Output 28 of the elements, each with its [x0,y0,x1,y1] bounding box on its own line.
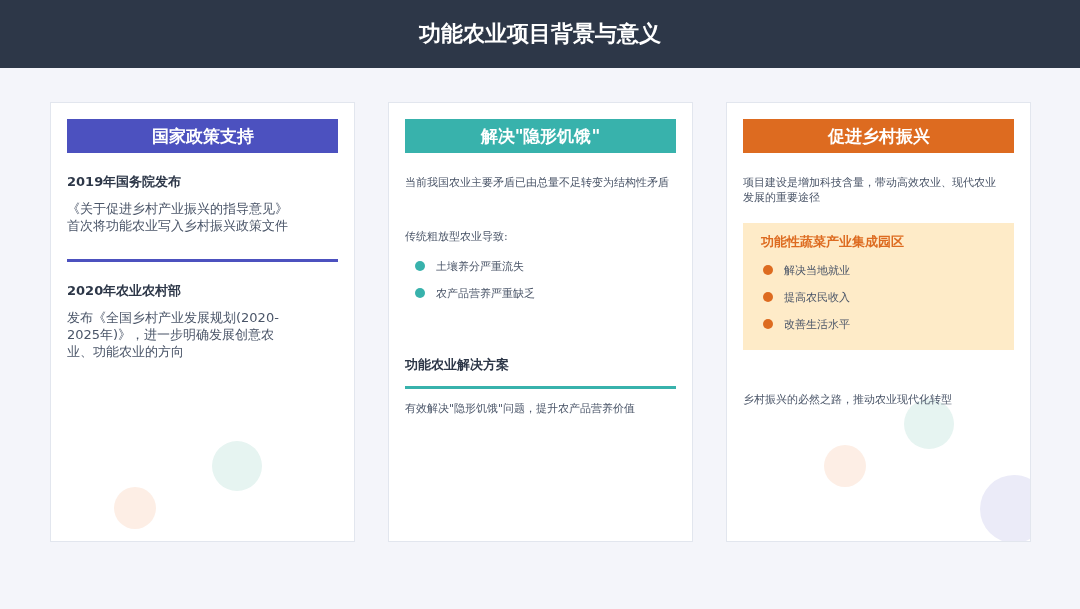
circle-decoration [114,487,156,529]
paragraph: 传统粗放型农业导致: [405,228,509,245]
bullet-dot [415,288,425,299]
bullet-text: 提高农民收入 [784,289,850,305]
bullet-text: 农产品营养严重缺乏 [436,285,535,301]
paragraph: 发布《全国乡村产业发展规划(2020-2025年)》，进一步明确发展创意农业、功能农业的方向 [67,309,280,361]
circle-decoration [824,445,866,487]
card-heading: 促进乡村振兴 [743,119,1014,153]
bullet-text: 土壤养分严重流失 [436,258,524,274]
bullet-dot [763,292,773,303]
section-heading: 2020年农业农村部 [67,281,183,300]
section-heading: 功能农业解决方案 [405,355,510,374]
bullet-text: 改善生活水平 [784,316,850,332]
panel-title: 功能性蔬菜产业集成园区 [760,232,905,251]
section-heading: 2019年国务院发布 [67,173,183,191]
card-heading: 解决"隐形饥饿" [405,119,676,153]
paragraph: 《关于促进乡村产业振兴的指导意见》首次将功能农业写入乡村振兴政策文件 [67,201,289,235]
paragraph: 当前我国农业主要矛盾已由总量不足转变为结构性矛盾 [405,175,670,191]
bullet-dot [763,319,773,330]
bullet-dot [415,261,425,272]
paragraph: 乡村振兴的必然之路，推动农业现代化转型 [743,391,953,408]
card-heading: 国家政策支持 [67,119,338,153]
paragraph: 有效解决"隐形饥饿"问题，提升农产品营养价值 [405,400,637,417]
paragraph: 项目建设是增加科技含量，带动高效农业、现代农业发展的重要途径 [743,175,997,206]
bullet-text: 解决当地就业 [784,262,850,278]
circle-decoration [212,441,262,491]
page-title: 功能农业项目背景与意义 [419,20,661,48]
bullet-dot [763,265,773,276]
